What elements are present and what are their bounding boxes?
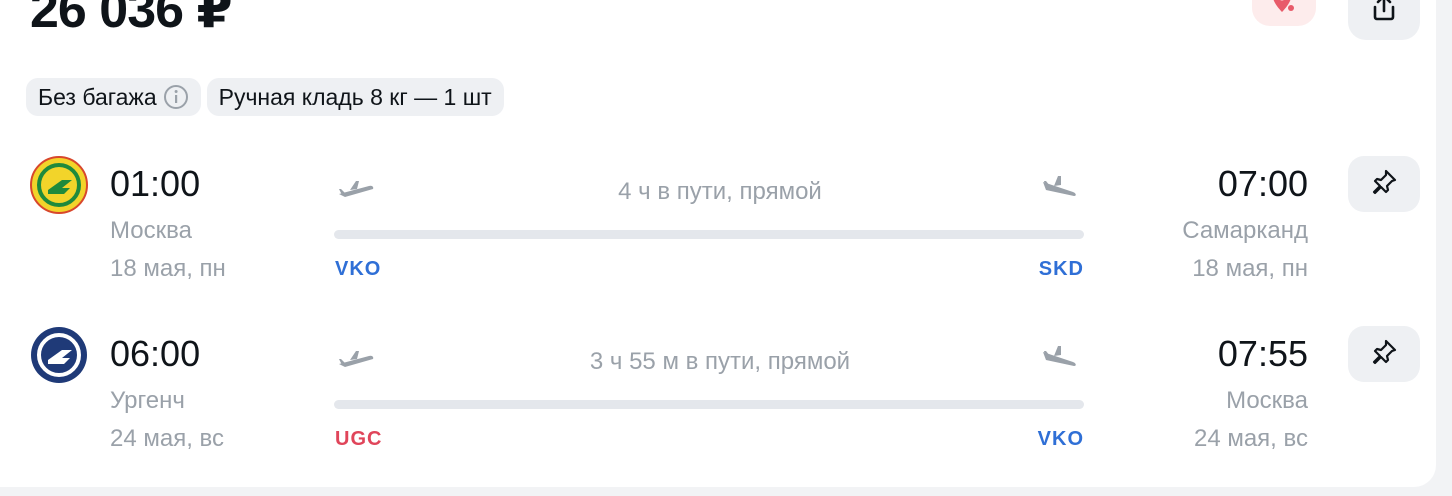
- departure-date: 18 мая, пн: [110, 255, 226, 282]
- ticket-card[interactable]: 26 036 ₽ Без багажа Ручная кладь 8 кг — …: [0, 0, 1436, 487]
- chip-label: Без багажа: [38, 83, 157, 110]
- pushpin-icon: [1370, 168, 1398, 201]
- airline-logo: [30, 326, 88, 384]
- landing-plane-icon: [1040, 174, 1080, 204]
- pin-segment-button[interactable]: [1348, 156, 1420, 212]
- map-pin-button[interactable]: [1252, 0, 1316, 26]
- no-baggage-chip[interactable]: Без багажа: [26, 78, 201, 116]
- departure-time: 06:00: [110, 333, 201, 374]
- arrival-airport-code[interactable]: SKD: [1039, 258, 1084, 281]
- map-pin-icon: [1270, 0, 1298, 21]
- departure-city: Москва: [110, 217, 192, 244]
- pin-segment-button[interactable]: [1348, 326, 1420, 382]
- share-button[interactable]: [1348, 0, 1420, 40]
- arrival-city: Москва: [1226, 387, 1308, 414]
- departure-airport-code[interactable]: UGC: [335, 428, 382, 451]
- arrival-date: 18 мая, пн: [1192, 255, 1308, 282]
- chip-label: Ручная кладь 8 кг — 1 шт: [218, 83, 492, 110]
- arrival-airport-code[interactable]: VKO: [1038, 428, 1084, 451]
- info-icon[interactable]: [163, 84, 189, 110]
- arrival-time: 07:00: [1217, 163, 1308, 204]
- flight-segment-return: 06:00 Ургенч 24 мая, вс 3 ч 55 м в пути,…: [0, 320, 1436, 470]
- arrival-time: 07:55: [1217, 333, 1308, 374]
- flight-segment-outbound: 01:00 Москва 18 мая, пн 4 ч в пути, прям…: [0, 150, 1436, 300]
- route-track: [334, 400, 1084, 409]
- departure-city: Ургенч: [110, 387, 185, 414]
- baggage-chips: Без багажа Ручная кладь 8 кг — 1 шт: [26, 78, 504, 116]
- flight-duration: 4 ч в пути, прямой: [618, 178, 822, 205]
- airline-logo: [30, 156, 88, 214]
- landing-plane-icon: [1040, 344, 1080, 374]
- takeoff-plane-icon: [336, 174, 376, 204]
- departure-time: 01:00: [110, 163, 201, 204]
- hand-luggage-chip[interactable]: Ручная кладь 8 кг — 1 шт: [206, 78, 504, 116]
- ticket-price: 26 036 ₽: [30, 0, 233, 39]
- route-track: [334, 230, 1084, 239]
- flight-duration: 3 ч 55 м в пути, прямой: [589, 348, 851, 375]
- departure-airport-code[interactable]: VKO: [335, 258, 381, 281]
- arrival-date: 24 мая, вс: [1193, 425, 1308, 452]
- takeoff-plane-icon: [336, 344, 376, 374]
- arrival-city: Самарканд: [1182, 217, 1308, 244]
- pushpin-icon: [1370, 338, 1398, 371]
- share-icon: [1370, 0, 1398, 28]
- departure-date: 24 мая, вс: [110, 425, 225, 452]
